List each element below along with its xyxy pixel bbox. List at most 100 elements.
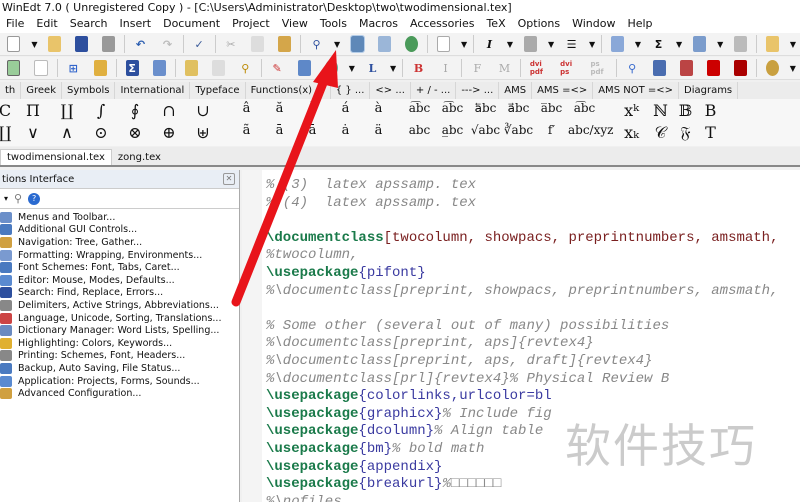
symbol-tab[interactable]: ---> ...: [456, 82, 500, 99]
font-button[interactable]: F: [471, 60, 484, 76]
new-file-icon[interactable]: [7, 36, 21, 52]
palette-symbol[interactable]: xₖ: [615, 123, 648, 143]
cut-icon[interactable]: ✂: [224, 36, 237, 52]
palette-symbol[interactable]: 𝒞: [648, 123, 673, 143]
book-dropdown-icon[interactable]: ▼: [717, 40, 723, 49]
pspdf-button[interactable]: ps pdf: [590, 60, 606, 76]
menu-view[interactable]: View: [276, 15, 314, 33]
globe-icon[interactable]: [404, 36, 418, 52]
palette-symbol[interactable]: ⊗: [118, 123, 152, 143]
math-button[interactable]: M: [498, 60, 511, 76]
bold-button[interactable]: B: [412, 60, 425, 76]
symbol-tab[interactable]: Symbols: [62, 82, 116, 99]
palette-symbol[interactable]: a͡bc: [403, 101, 436, 120]
list-l-dropdown-icon[interactable]: ▼: [390, 64, 396, 73]
palette-symbol[interactable]: ∐: [0, 123, 16, 143]
copy-doc-icon[interactable]: [211, 60, 225, 76]
book-icon[interactable]: [693, 36, 707, 52]
palette-symbol[interactable]: á: [329, 101, 362, 120]
print-icon[interactable]: [102, 36, 116, 52]
save-icon[interactable]: [75, 36, 89, 52]
screen-icon[interactable]: [297, 60, 311, 76]
palette-symbol[interactable]: â: [230, 101, 263, 120]
options-item[interactable]: Search: Find, Replace, Errors...: [0, 287, 239, 300]
undo-icon[interactable]: ↶: [134, 36, 147, 52]
symbol-tab[interactable]: { } ...: [331, 82, 371, 99]
symbol-tab[interactable]: Greek: [21, 82, 63, 99]
palette-symbol[interactable]: a͡bc: [568, 101, 601, 120]
palette-symbol[interactable]: abc/xyz: [568, 123, 613, 143]
menu-window[interactable]: Window: [566, 15, 621, 33]
options-item[interactable]: Backup, Auto Saving, File Status...: [0, 362, 239, 375]
palette-symbol[interactable]: ∐: [50, 101, 84, 120]
palette-symbol[interactable]: C: [0, 101, 16, 120]
palette-symbol[interactable]: ⊙: [84, 123, 118, 143]
chevron-down-icon[interactable]: ▾: [4, 194, 8, 203]
menu-options[interactable]: Options: [512, 15, 566, 33]
menu-tex[interactable]: TeX: [480, 15, 511, 33]
sigma-icon[interactable]: Σ: [652, 36, 665, 52]
palette-symbol[interactable]: ∩: [152, 101, 186, 120]
palette-symbol[interactable]: B: [698, 101, 723, 120]
symbol-tab[interactable]: Diagrams: [679, 82, 739, 99]
palette-symbol[interactable]: a̲bc: [436, 123, 469, 143]
palette-symbol[interactable]: ã: [230, 123, 263, 143]
palette-symbol[interactable]: ∨: [16, 123, 50, 143]
palette-symbol[interactable]: a͡bc: [436, 101, 469, 120]
spellcheck-icon[interactable]: ✓: [193, 36, 206, 52]
new-dropdown-icon[interactable]: ▼: [31, 40, 37, 49]
copy-icon[interactable]: [251, 36, 265, 52]
acrobat-search-icon[interactable]: [733, 60, 747, 76]
options-item[interactable]: Navigation: Tree, Gather...: [0, 236, 239, 249]
palette-symbol[interactable]: ∪: [186, 101, 220, 120]
array-icon[interactable]: [611, 36, 624, 52]
document-icon[interactable]: [436, 36, 450, 52]
find-dropdown-icon[interactable]: ▼: [334, 40, 340, 49]
palette-symbol[interactable]: ⊎: [186, 123, 220, 143]
open-folder-icon[interactable]: [48, 36, 62, 52]
options-item[interactable]: Printing: Schemes, Font, Headers...: [0, 350, 239, 363]
palette-symbol[interactable]: à: [362, 101, 395, 120]
window-icon[interactable]: [734, 36, 748, 52]
marker-icon[interactable]: ✎: [271, 60, 284, 76]
options-item[interactable]: Font Schemes: Font, Tabs, Caret...: [0, 261, 239, 274]
palette-symbol[interactable]: ā: [263, 123, 296, 143]
palette-symbol[interactable]: ä: [362, 123, 395, 143]
list-icon[interactable]: ☰: [565, 36, 578, 52]
options-item[interactable]: Dictionary Manager: Word Lists, Spelling…: [0, 324, 239, 337]
symbol-tab[interactable]: Typeface: [190, 82, 246, 99]
palette-symbol[interactable]: Π: [16, 101, 50, 120]
settings-icon[interactable]: [765, 60, 779, 76]
palette-symbol[interactable]: ∮: [118, 101, 152, 120]
palette-symbol[interactable]: T: [698, 123, 723, 143]
options-item[interactable]: Advanced Configuration...: [0, 387, 239, 400]
settings-dropdown-icon[interactable]: ▼: [790, 64, 796, 73]
menu-search[interactable]: Search: [64, 15, 114, 33]
palette-symbol[interactable]: ℕ: [648, 101, 673, 120]
help-icon[interactable]: ?: [28, 192, 41, 205]
magnifier-icon[interactable]: ⚲: [239, 60, 252, 76]
file-tab[interactable]: twodimensional.tex: [0, 149, 112, 165]
new-doc-green-icon[interactable]: [7, 60, 21, 76]
symbol-tab[interactable]: th: [0, 82, 22, 99]
find-binoculars-icon[interactable]: ⚲: [310, 36, 323, 52]
file-tab[interactable]: zong.tex: [112, 150, 167, 165]
palette-symbol[interactable]: ∛abc: [502, 123, 535, 143]
list-dropdown-icon[interactable]: ▼: [589, 40, 595, 49]
italic-button[interactable]: I: [439, 60, 452, 76]
close-icon[interactable]: ✕: [223, 173, 235, 185]
tree-icon[interactable]: ⊞: [67, 60, 80, 76]
symbol-tab[interactable]: Functions(x) ...: [246, 82, 331, 99]
palette-symbol[interactable]: f′: [535, 123, 568, 143]
palette-symbol[interactable]: 𝔉: [673, 123, 698, 143]
symbol-tab[interactable]: AMS: [499, 82, 533, 99]
box-dropdown-icon[interactable]: ▼: [548, 40, 554, 49]
menu-edit[interactable]: Edit: [30, 15, 63, 33]
table-icon[interactable]: [378, 36, 391, 52]
palette-symbol[interactable]: a⃖bc: [469, 101, 502, 120]
project-dropdown-icon[interactable]: ▼: [790, 40, 796, 49]
search-icon[interactable]: ⚲: [14, 192, 22, 205]
list-l-button[interactable]: L: [366, 60, 379, 76]
menu-insert[interactable]: Insert: [114, 15, 158, 33]
options-item[interactable]: Delimiters, Active Strings, Abbreviation…: [0, 299, 239, 312]
